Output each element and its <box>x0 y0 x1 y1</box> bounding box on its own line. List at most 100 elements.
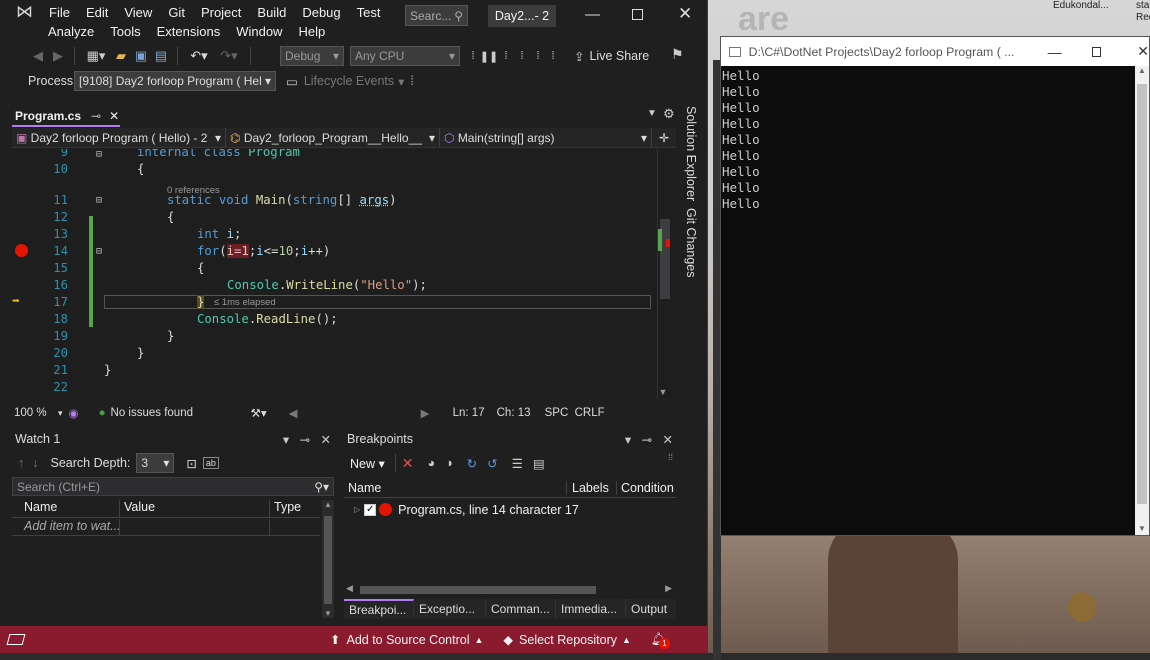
feedback-icon[interactable]: ⚑ <box>671 46 684 63</box>
pin-source-icon[interactable]: ⊡ <box>186 456 196 471</box>
notifications-icon[interactable]: 🔔︎ 1 <box>651 632 670 649</box>
chevron-up-icon[interactable]: ▲ <box>622 635 631 645</box>
code-editor[interactable]: 9 10 11 12 13 14 15 16 17 18 19 20 21 22 ➡ 0 referenc… <box>12 149 657 399</box>
bp-col-labels[interactable]: Labels <box>567 480 617 495</box>
close-panel-icon[interactable]: ✕ <box>663 433 673 447</box>
search-depth-dropdown[interactable]: 3 ▾ <box>136 453 175 473</box>
watch-add-row[interactable]: Add item to wat... <box>12 519 320 536</box>
bp-col-condition[interactable]: Condition <box>617 481 674 495</box>
menu-view[interactable]: View <box>124 5 152 20</box>
menu-test[interactable]: Test <box>357 5 381 20</box>
hex-display-icon[interactable]: ab <box>202 457 219 469</box>
split-editor-icon[interactable]: ✛ <box>652 128 676 147</box>
add-to-source-control[interactable]: Add to Source Control <box>346 633 469 647</box>
minimize-icon[interactable]: — <box>1048 44 1062 60</box>
open-folder-icon[interactable]: ▰ <box>111 48 131 64</box>
menu-file[interactable]: File <box>49 5 70 20</box>
overflow-icon[interactable]: ⁞ <box>546 50 560 62</box>
breakpoint-location[interactable]: Program.cs, line 14 character 17 <box>398 503 579 517</box>
new-item-icon[interactable]: ▦▾ <box>81 48 111 64</box>
go-to-source-icon[interactable]: ☰ <box>512 456 523 471</box>
watch-col-name[interactable]: Name <box>12 500 120 517</box>
zoom-level[interactable]: 100 % <box>14 407 58 419</box>
save-all-icon[interactable]: ▤ <box>151 48 171 64</box>
overflow-icon[interactable]: ⁞⁞ <box>668 452 673 462</box>
more-icon[interactable]: ⁞ <box>466 50 480 62</box>
tab-breakpoints[interactable]: Breakpoi... <box>344 599 414 618</box>
toggle-all-icon[interactable]: ◑ <box>445 456 453 470</box>
menu-build[interactable]: Build <box>257 5 286 20</box>
redo-icon[interactable]: ↷▾ <box>214 48 244 64</box>
undo-icon[interactable]: ↶▾ <box>184 48 214 64</box>
watch-col-value[interactable]: Value <box>120 500 270 517</box>
collapse-icon[interactable]: ⊟ <box>96 149 102 160</box>
live-share-button[interactable]: ⇪ Live Share <box>574 47 649 65</box>
close-tab-icon[interactable]: ✕ <box>109 109 119 123</box>
dropdown-icon[interactable]: ▾ <box>283 433 289 447</box>
menu-help[interactable]: Help <box>298 24 325 39</box>
close-icon[interactable]: ✕ <box>1137 43 1149 60</box>
select-repository[interactable]: Select Repository <box>519 633 617 647</box>
import-icon[interactable]: ↻ <box>467 456 477 471</box>
expand-icon[interactable]: ▷ <box>354 505 360 514</box>
menu-window[interactable]: Window <box>236 24 282 39</box>
column-number[interactable]: Ch: 13 <box>497 407 545 419</box>
scroll-down-icon[interactable]: ▼ <box>654 387 672 397</box>
ready-icon[interactable] <box>6 634 26 645</box>
save-icon[interactable]: ▣ <box>131 48 151 64</box>
menu-edit[interactable]: Edit <box>86 5 108 20</box>
maximize-icon[interactable] <box>632 9 643 20</box>
maximize-icon[interactable] <box>1091 46 1102 57</box>
copilot-icon[interactable]: ◉ <box>69 406 79 420</box>
collapse-icon[interactable]: ⊟ <box>96 195 102 206</box>
tab-exceptions[interactable]: Exceptio... <box>414 599 486 618</box>
new-breakpoint-button[interactable]: New ▾ <box>350 456 385 471</box>
watch-search-input[interactable]: Search (Ctrl+E) ⚲▾ <box>12 477 334 496</box>
back-icon[interactable]: ◀ <box>28 48 48 64</box>
chevron-down-icon[interactable]: ▾ <box>58 408 63 419</box>
minimize-icon[interactable]: — <box>585 6 600 23</box>
console-window[interactable]: D:\C#\DotNet Projects\Day2 forloop Progr… <box>720 36 1150 536</box>
breakpoints-horizontal-scrollbar[interactable]: ◀ ▶ <box>344 583 676 597</box>
editor-vertical-scrollbar[interactable]: ▼ <box>657 149 675 399</box>
chevron-up-icon[interactable]: ▲ <box>474 635 483 645</box>
configuration-dropdown[interactable]: Debug ▾ <box>280 46 344 66</box>
collapse-icon[interactable]: ⊟ <box>96 246 102 257</box>
export-icon[interactable]: ↺ <box>487 456 497 471</box>
horizontal-scroll-right-icon[interactable]: ▶ <box>421 406 453 420</box>
pin-icon[interactable]: ⊸ <box>91 109 101 123</box>
close-icon[interactable]: ✕ <box>678 4 692 24</box>
watch-add-item[interactable]: Add item to wat... <box>12 519 120 535</box>
member-dropdown[interactable]: ⬡ Main(string[] args) ▾ <box>440 128 652 147</box>
platform-dropdown[interactable]: Any CPU ▾ <box>350 46 460 66</box>
search-down-icon[interactable]: ↓ <box>32 456 38 470</box>
solution-explorer-tab[interactable]: Solution Explorer <box>684 106 698 201</box>
tab-program-cs[interactable]: Program.cs ⊸ ✕ <box>12 107 120 127</box>
git-changes-tab[interactable]: Git Changes <box>684 208 698 277</box>
breakpoint-icon[interactable] <box>15 244 28 257</box>
search-up-icon[interactable]: ↑ <box>18 456 24 470</box>
issues-status[interactable]: No issues found <box>111 407 251 419</box>
whitespace-mode[interactable]: SPC <box>545 407 575 419</box>
tab-immediate[interactable]: Immedia... <box>556 599 626 618</box>
scrollbar-thumb[interactable] <box>1137 84 1147 504</box>
delete-all-icon[interactable]: ◕ <box>428 456 436 470</box>
menu-git[interactable]: Git <box>168 5 185 20</box>
bp-col-name[interactable]: Name <box>344 480 567 495</box>
scroll-down-icon[interactable]: ▼ <box>1135 524 1149 533</box>
menu-extensions[interactable]: Extensions <box>157 24 221 39</box>
step-icon[interactable]: ⁞ <box>498 50 514 62</box>
watch-col-type[interactable]: Type <box>270 500 301 517</box>
pin-icon[interactable]: ⊸ <box>642 433 652 447</box>
tab-dropdown-icon[interactable]: ▼ <box>647 108 657 119</box>
menu-tools[interactable]: Tools <box>110 24 140 39</box>
step-over-icon[interactable]: ⁞ <box>514 50 530 62</box>
tab-command[interactable]: Comman... <box>486 599 556 618</box>
scrollbar-thumb[interactable] <box>324 516 332 604</box>
process-dropdown[interactable]: [9108] Day2 forloop Program ( Hel ▾ <box>74 71 276 91</box>
menu-debug[interactable]: Debug <box>302 5 340 20</box>
console-scrollbar[interactable]: ▲ ▼ <box>1135 66 1149 535</box>
class-dropdown[interactable]: ⌬ Day2_forloop_Program__Hello__ ▾ <box>226 128 440 147</box>
line-number[interactable]: Ln: 17 <box>453 407 497 419</box>
scroll-left-icon[interactable]: ◀ <box>346 583 353 594</box>
